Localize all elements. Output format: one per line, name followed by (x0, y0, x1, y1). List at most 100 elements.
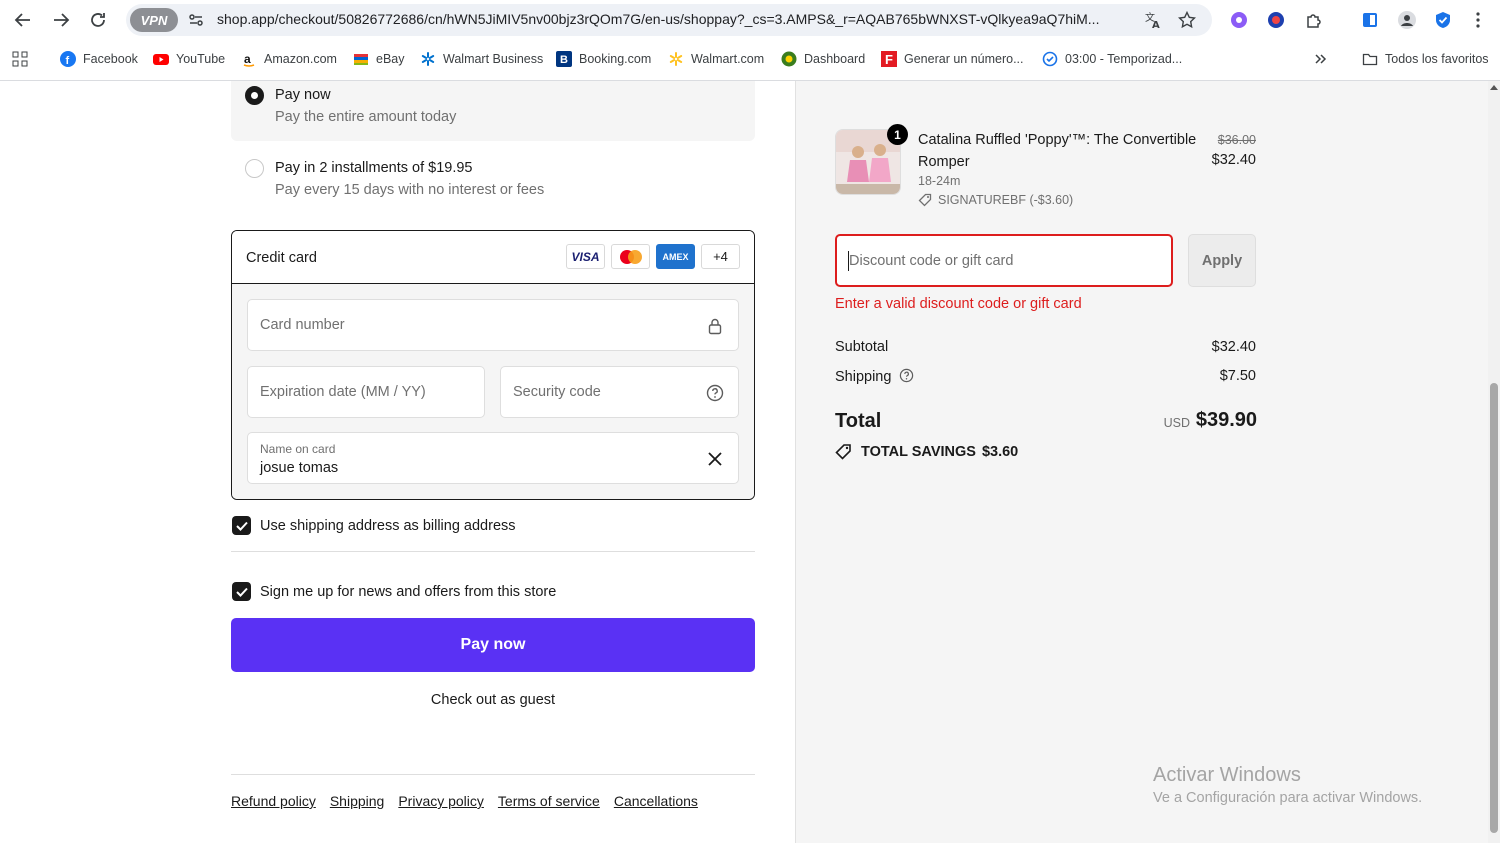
currency-code: USD (1163, 416, 1190, 430)
billing-address-label[interactable]: Use shipping address as billing address (260, 518, 516, 534)
apps-grid-icon[interactable] (12, 49, 28, 69)
folder-icon (1362, 51, 1378, 67)
svg-text:F: F (885, 52, 893, 67)
dashboard-icon (781, 51, 797, 67)
bookmark-dashboard[interactable]: Dashboard (781, 49, 865, 69)
installments-radio[interactable] (245, 159, 264, 178)
bookmark-booking[interactable]: B Booking.com (556, 49, 651, 69)
browser-chrome: VPN shop.app/checkout/50826772686/cn/hWN… (0, 0, 1500, 81)
windows-activation-subtitle: Ve a Configuración para activar Windows. (1153, 790, 1423, 806)
help-circle-icon[interactable] (704, 382, 726, 404)
product-discount: SIGNATUREBF (-$3.60) (918, 193, 1073, 207)
quantity-badge: 1 (887, 124, 908, 145)
extension-shield-icon[interactable] (1264, 8, 1288, 32)
forward-arrow-icon (54, 13, 70, 27)
browser-menu-icon[interactable] (1466, 8, 1490, 32)
name-on-card-field[interactable]: Name on card josue tomas (247, 432, 739, 484)
credit-card-title: Credit card (246, 250, 317, 266)
pay-now-button[interactable]: Pay now (231, 618, 755, 672)
booking-icon: B (556, 51, 572, 67)
bookmark-ebay[interactable]: eBay (353, 49, 405, 69)
bookmark-youtube[interactable]: YouTube (153, 49, 225, 69)
bookmark-amazon[interactable]: a Amazon.com (241, 49, 337, 69)
reload-button[interactable] (84, 6, 112, 34)
savings-tag-icon (835, 444, 851, 460)
amex-logo-icon: AMEX (656, 244, 695, 269)
address-bar[interactable]: VPN shop.app/checkout/50826772686/cn/hWN… (126, 4, 1212, 36)
scrollbar-thumb[interactable] (1490, 383, 1498, 833)
tag-icon (918, 193, 932, 207)
sidebar-toggle-icon[interactable] (1358, 8, 1382, 32)
bookmark-generar-numero[interactable]: F Generar un número... (881, 49, 1024, 69)
product-variant: 18-24m (918, 174, 961, 188)
amazon-icon: a (241, 51, 257, 67)
f-icon: F (881, 51, 897, 67)
extensions-puzzle-icon[interactable] (1302, 8, 1326, 32)
shipping-link[interactable]: Shipping (330, 793, 385, 809)
security-code-field[interactable]: Security code (500, 366, 739, 418)
credit-card-header[interactable]: Credit card VISA AMEX +4 (232, 231, 754, 284)
discount-code-input[interactable]: Discount code or gift card (835, 234, 1173, 287)
facebook-icon: f (60, 51, 76, 67)
all-bookmarks-folder[interactable]: Todos los favoritos (1362, 49, 1489, 69)
lock-icon (704, 315, 726, 337)
cancellations-link[interactable]: Cancellations (614, 793, 698, 809)
site-info-icon[interactable] (186, 10, 206, 30)
svg-text:A: A (1152, 20, 1160, 29)
bookmark-facebook[interactable]: f Facebook (60, 49, 138, 69)
url-text[interactable]: shop.app/checkout/50826772686/cn/hWN5JiM… (217, 11, 1147, 27)
pay-now-subtitle: Pay the entire amount today (275, 109, 457, 125)
forward-button[interactable] (47, 6, 75, 34)
card-number-field[interactable]: Card number (247, 299, 739, 351)
mastercard-logo-icon (611, 244, 650, 269)
youtube-icon (153, 51, 169, 67)
page-scrollbar[interactable] (1488, 81, 1500, 843)
footer-divider (231, 774, 755, 775)
walmart-icon (420, 51, 436, 67)
divider (231, 551, 755, 552)
product-name: Catalina Ruffled 'Poppy'™: The Convertib… (918, 132, 1197, 170)
bookmark-walmart-business[interactable]: Walmart Business (420, 49, 543, 69)
browser-toolbar: VPN shop.app/checkout/50826772686/cn/hWN… (0, 0, 1500, 40)
original-price: $36.00 (1217, 133, 1256, 147)
scroll-up-arrow-icon[interactable] (1490, 85, 1498, 90)
subtotal-row: Subtotal $32.40 (835, 339, 1256, 355)
back-arrow-icon (14, 13, 30, 27)
timer-icon (1042, 51, 1058, 67)
guest-checkout-link[interactable]: Check out as guest (231, 692, 755, 708)
more-bookmarks-chevron-icon[interactable] (1314, 49, 1328, 69)
shipping-help-icon[interactable] (899, 368, 914, 383)
svg-text:B: B (560, 54, 568, 66)
pay-now-radio[interactable] (245, 86, 264, 105)
bookmark-star-icon[interactable] (1176, 9, 1198, 31)
pay-now-title: Pay now (275, 87, 331, 103)
newsletter-label[interactable]: Sign me up for news and offers from this… (260, 584, 556, 600)
translate-icon[interactable]: 文A (1142, 9, 1164, 31)
footer-links: Refund policy Shipping Privacy policy Te… (231, 793, 698, 809)
back-button[interactable] (9, 6, 37, 34)
walmart-icon (668, 51, 684, 67)
checkmark-icon (235, 521, 248, 531)
expiration-date-field[interactable]: Expiration date (MM / YY) (247, 366, 485, 418)
ebay-icon (353, 51, 369, 67)
billing-address-checkbox[interactable] (232, 516, 251, 535)
bitwarden-shield-icon[interactable] (1431, 8, 1455, 32)
bookmark-temporizador[interactable]: 03:00 - Temporizad... (1042, 49, 1182, 69)
installments-title[interactable]: Pay in 2 installments of $19.95 (275, 160, 472, 176)
installments-subtitle: Pay every 15 days with no interest or fe… (275, 182, 545, 198)
terms-link[interactable]: Terms of service (498, 793, 600, 809)
visa-logo-icon: VISA (566, 244, 605, 269)
order-summary-panel (795, 81, 1488, 843)
privacy-policy-link[interactable]: Privacy policy (398, 793, 484, 809)
vpn-badge[interactable]: VPN (130, 8, 178, 32)
refund-policy-link[interactable]: Refund policy (231, 793, 316, 809)
profile-avatar-icon[interactable] (1395, 8, 1419, 32)
newsletter-checkbox[interactable] (232, 582, 251, 601)
extension-purple-icon[interactable] (1227, 8, 1251, 32)
product-price: $32.40 (1211, 152, 1256, 168)
clear-x-icon[interactable] (704, 448, 726, 470)
more-cards-badge: +4 (701, 244, 740, 269)
total-amount: $39.90 (1195, 409, 1257, 431)
apply-discount-button[interactable]: Apply (1188, 234, 1256, 287)
bookmark-walmart[interactable]: Walmart.com (668, 49, 764, 69)
